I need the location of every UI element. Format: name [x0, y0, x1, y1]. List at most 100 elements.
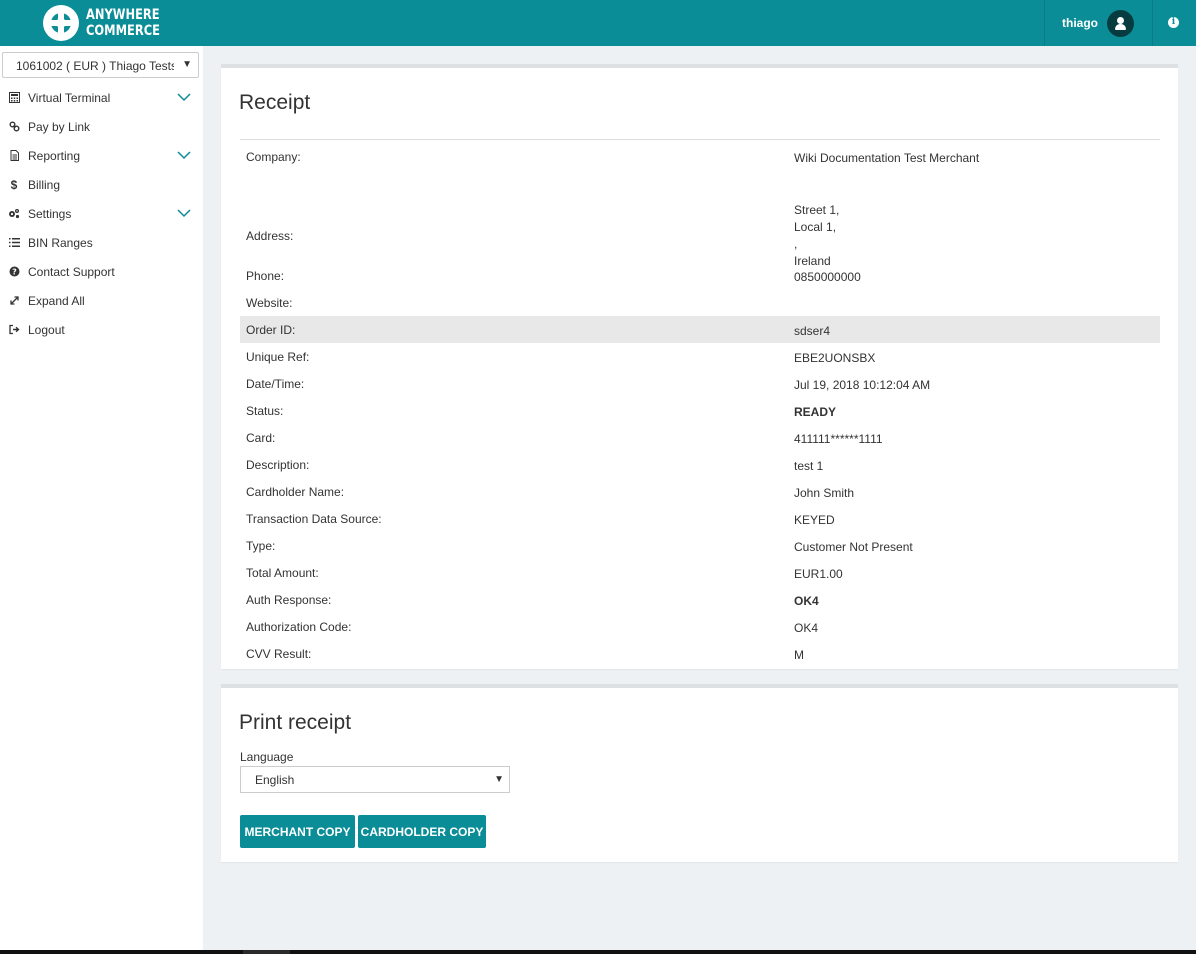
sidebar-item-label: BIN Ranges: [28, 235, 93, 250]
row-value: Customer Not Present: [794, 540, 913, 554]
sidebar-item-settings[interactable]: Settings: [0, 199, 203, 228]
row-label: CVV Result:: [246, 647, 312, 661]
receipt-row-order-id: Order ID: sdser4: [240, 316, 1160, 343]
receipt-row-status: Status: READY: [240, 397, 1160, 424]
sidebar-item-label: Expand All: [28, 293, 85, 308]
list-icon: [8, 237, 20, 249]
sidebar-item-label: Virtual Terminal: [28, 90, 111, 105]
sidebar-item-logout[interactable]: Logout: [0, 315, 203, 344]
sidebar-item-billing[interactable]: $ Billing: [0, 170, 203, 199]
row-label: Transaction Data Source:: [246, 512, 382, 526]
taskbar-strip: [0, 950, 1196, 954]
row-label: Status:: [246, 404, 284, 418]
user-avatar-icon[interactable]: [1107, 10, 1134, 37]
receipt-row-transaction-data-source: Transaction Data Source: KEYED: [240, 505, 1160, 532]
document-icon: [8, 150, 20, 162]
row-value: READY: [794, 405, 837, 419]
receipt-row-auth-response: Auth Response: OK4: [240, 586, 1160, 613]
address-value: Street 1, Local 1, , Ireland: [794, 202, 839, 270]
sidebar-item-pay-by-link[interactable]: Pay by Link: [0, 112, 203, 141]
top-bar: ANYWHERE COMMERCE thiago i: [0, 0, 1196, 46]
receipt-row-type: Type: Customer Not Present: [240, 532, 1160, 559]
cogs-icon: [8, 208, 20, 220]
sidebar-item-expand-all[interactable]: Expand All: [0, 286, 203, 315]
row-value: Jul 19, 2018 10:12:04 AM: [794, 378, 931, 392]
row-value: 411111******1111: [794, 432, 883, 446]
row-label: Authorization Code:: [246, 620, 352, 634]
info-icon[interactable]: i: [1168, 17, 1179, 28]
receipt-row-description: Description: test 1: [240, 451, 1160, 478]
receipt-row-card: Card: 411111******1111: [240, 424, 1160, 451]
sidebar-item-reporting[interactable]: Reporting: [0, 141, 203, 170]
caret-down-icon: ▼: [182, 59, 192, 70]
receipt-row-unique-ref: Unique Ref: EBE2UONSBX: [240, 343, 1160, 370]
cardholder-copy-button[interactable]: CARDHOLDER COPY: [358, 815, 486, 848]
sidebar: 1061002 ( EUR ) Thiago Tests ▼ Virtual T…: [0, 46, 203, 950]
language-label: Language: [240, 750, 294, 764]
sidebar-item-label: Contact Support: [28, 264, 115, 279]
row-value: Wiki Documentation Test Merchant: [794, 151, 980, 165]
link-icon: [8, 121, 20, 133]
row-label: Company:: [246, 150, 301, 164]
chevron-down-icon[interactable]: [177, 92, 191, 102]
row-label: Cardholder Name:: [246, 485, 345, 499]
address-line: ,: [794, 237, 798, 251]
lifebuoy-logo-icon: [43, 5, 79, 41]
receipt-row-authorization-code: Authorization Code: OK4: [240, 613, 1160, 640]
receipt-row-website: Website:: [240, 289, 1160, 316]
row-value: EUR1.00: [794, 567, 843, 581]
print-receipt-title: Print receipt: [239, 711, 352, 734]
row-value: sdser4: [794, 324, 831, 338]
logo-text: ANYWHERE COMMERCE: [86, 7, 160, 39]
sidebar-item-label: Reporting: [28, 148, 81, 163]
receipt-row-address: Address: Street 1, Local 1, , Ireland: [240, 170, 1160, 268]
sidebar-item-label: Pay by Link: [28, 119, 91, 134]
question-icon: ?: [8, 266, 20, 278]
row-label: Card:: [246, 431, 276, 445]
sidebar-item-label: Logout: [28, 322, 65, 337]
sidebar-item-label: Settings: [28, 206, 72, 221]
language-select[interactable]: English ▼: [240, 766, 510, 793]
receipt-row-cvv-result: CVV Result: M: [240, 640, 1160, 667]
calculator-icon: [8, 92, 20, 104]
merchant-select[interactable]: 1061002 ( EUR ) Thiago Tests ▼: [2, 52, 199, 78]
language-select-value: English: [255, 773, 295, 787]
merchant-select-value: 1061002 ( EUR ) Thiago Tests: [16, 59, 174, 73]
row-label: Date/Time:: [246, 377, 305, 391]
sidebar-item-bin-ranges[interactable]: BIN Ranges: [0, 228, 203, 257]
row-value: test 1: [794, 459, 824, 473]
receipt-row-total-amount: Total Amount: EUR1.00: [240, 559, 1160, 586]
print-receipt-panel: Print receipt Language English ▼ MERCHAN…: [221, 684, 1178, 862]
row-value: KEYED: [794, 513, 835, 527]
row-label: Total Amount:: [246, 566, 319, 580]
row-value: OK4: [794, 621, 819, 635]
sidebar-nav: Virtual Terminal Pay by Link Reporting $…: [0, 83, 203, 344]
chevron-down-icon[interactable]: [177, 208, 191, 218]
svg-text:?: ?: [12, 268, 17, 277]
address-line: Local 1,: [794, 220, 837, 234]
row-label: Type:: [246, 539, 276, 553]
caret-down-icon: ▼: [494, 774, 504, 785]
row-label: Auth Response:: [246, 593, 332, 607]
chevron-down-icon[interactable]: [177, 150, 191, 160]
user-name: thiago: [1062, 16, 1098, 30]
row-value: M: [794, 648, 804, 662]
address-line: Street 1,: [794, 203, 840, 217]
receipt-panel: Receipt Company: Wiki Documentation Test…: [221, 64, 1178, 669]
sidebar-item-virtual-terminal[interactable]: Virtual Terminal: [0, 83, 203, 112]
dollar-icon: $: [10, 177, 18, 192]
expand-icon: [8, 295, 20, 307]
row-value: EBE2UONSBX: [794, 351, 876, 365]
sidebar-item-contact-support[interactable]: ? Contact Support: [0, 257, 203, 286]
anywhere-commerce-logo[interactable]: ANYWHERE COMMERCE: [43, 5, 176, 41]
receipt-row-date-time: Date/Time: Jul 19, 2018 10:12:04 AM: [240, 370, 1160, 397]
receipt-details: Company: Wiki Documentation Test Merchan…: [240, 143, 1160, 667]
sidebar-item-label: Billing: [28, 177, 61, 192]
row-value: John Smith: [794, 486, 855, 500]
user-menu[interactable]: thiago: [1044, 0, 1153, 46]
logout-icon: [8, 324, 20, 336]
receipt-row-company: Company: Wiki Documentation Test Merchan…: [240, 143, 1160, 170]
row-label: Description:: [246, 458, 310, 472]
receipt-title: Receipt: [239, 91, 311, 114]
merchant-copy-button[interactable]: MERCHANT COPY: [240, 815, 355, 848]
